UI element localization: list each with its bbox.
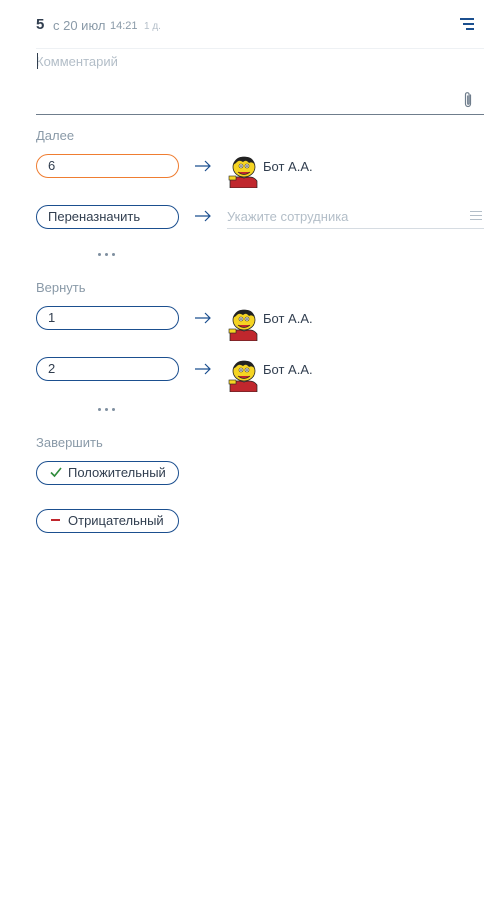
avatar-icon — [228, 156, 258, 188]
comment-input[interactable] — [36, 52, 456, 70]
section-back-label: Вернуть — [36, 280, 86, 295]
back-step-button[interactable]: 2 — [36, 357, 179, 381]
next-assignee-name: Бот А.А. — [263, 159, 313, 174]
avatar-icon — [228, 360, 258, 392]
back-step-button[interactable]: 1 — [36, 306, 179, 330]
next-step-button[interactable]: 6 — [36, 154, 179, 178]
arrow-right-icon — [195, 363, 211, 375]
comment-underline — [36, 114, 484, 115]
more-dots-icon[interactable] — [98, 253, 118, 257]
task-date: с 20 июл — [53, 18, 106, 33]
back-assignee-name: Бот А.А. — [263, 311, 313, 326]
more-dots-icon[interactable] — [98, 408, 118, 412]
list-icon[interactable] — [459, 16, 475, 32]
arrow-right-icon — [195, 312, 211, 324]
back-assignee-name: Бот А.А. — [263, 362, 313, 377]
task-number: 5 — [36, 16, 45, 33]
text-caret — [37, 53, 38, 69]
arrow-right-icon — [195, 160, 211, 172]
employee-select[interactable]: Укажите сотрудника — [227, 209, 348, 224]
section-next-label: Далее — [36, 128, 75, 143]
arrow-right-icon — [195, 210, 211, 222]
checkmark-icon — [50, 467, 62, 478]
task-time: 14:21 — [110, 20, 138, 32]
reassign-button[interactable]: Переназначить — [36, 205, 179, 229]
header-divider — [36, 48, 484, 49]
section-finish-label: Завершить — [36, 435, 103, 450]
negative-result-button[interactable]: Отрицательный — [36, 509, 179, 533]
paperclip-icon[interactable] — [461, 91, 475, 109]
task-age: 1 д. — [144, 21, 161, 32]
minus-icon — [51, 519, 60, 521]
employee-underline — [227, 228, 484, 229]
hamburger-icon[interactable] — [470, 211, 482, 221]
avatar-icon — [228, 309, 258, 341]
